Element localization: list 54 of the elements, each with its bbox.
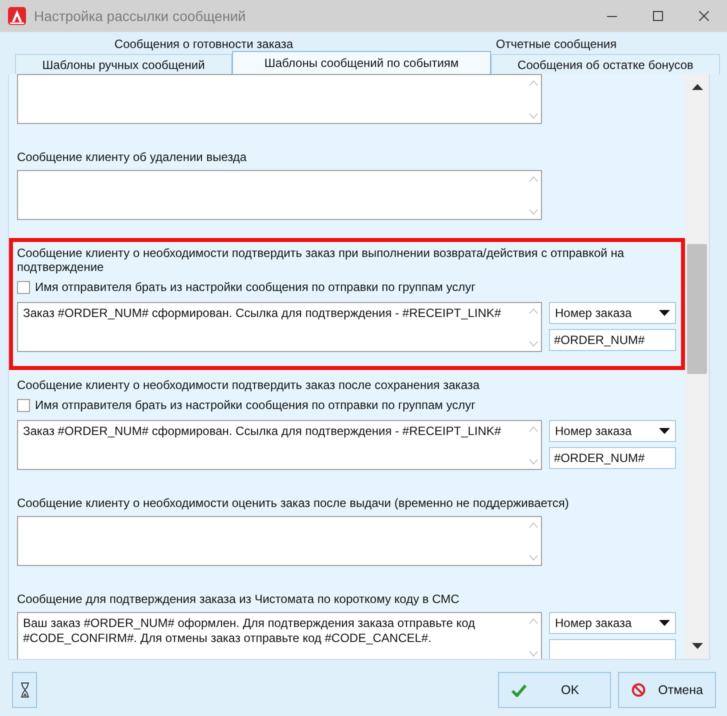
scroll-up-icon: [528, 176, 538, 182]
cancel-button[interactable]: Отмена: [618, 672, 716, 708]
app-logo-icon: [8, 7, 26, 25]
hourglass-button[interactable]: [12, 672, 37, 708]
scroll-down-icon: [528, 341, 538, 347]
scroll-down-icon: [692, 643, 702, 649]
scroll-up-icon: [528, 80, 538, 86]
message-field[interactable]: [17, 74, 542, 124]
tab[interactable]: Сообщения о готовности заказа: [15, 34, 392, 54]
scroll-up-icon: [528, 426, 538, 432]
variable-field[interactable]: #ORDER_NUM#: [549, 329, 676, 351]
message-field[interactable]: [17, 170, 542, 220]
variable-dropdown[interactable]: Номер заказа: [549, 302, 676, 324]
checkbox-label: Имя отправителя брать из настройки сообщения по отправки по группам услуг: [35, 398, 476, 412]
tab[interactable]: Шаблоны сообщений по событиям: [232, 51, 491, 74]
tab[interactable]: Отчетные сообщения: [392, 34, 720, 54]
maximize-icon: [653, 11, 663, 21]
section-label: Сообщение клиенту о необходимости подтвердить заказ при выполнении возврата/действия с отправкой на подтверждение: [17, 246, 625, 274]
variable-dropdown[interactable]: Номер заказа: [549, 612, 676, 634]
scroll-down-icon: [528, 459, 538, 465]
cancel-icon: [631, 682, 646, 698]
message-field[interactable]: Заказ #ORDER_NUM# сформирован. Ссылка для подтверждения - #RECEIPT_LINK#: [17, 302, 542, 352]
hourglass-icon: [20, 682, 30, 698]
tab[interactable]: Сообщения об остатке бонусов: [490, 54, 720, 74]
section-label: Сообщение для подтверждения заказа из Чистомата по короткому коду в СМС: [17, 592, 460, 606]
window-title: Настройка рассылки сообщений: [34, 8, 247, 24]
message-field[interactable]: Ваш заказ #ORDER_NUM# оформлен. Для подтверждения заказа отправьте код #CODE_CONFIRM#. Для отмены заказ отправьте код #CODE_CANCEL#.: [17, 612, 542, 659]
scroll-down-icon: [528, 113, 538, 119]
scroll-down-icon: [528, 555, 538, 561]
scroll-up-icon: [528, 618, 538, 624]
checkmark-icon: [511, 684, 527, 696]
scroll-up-icon: [528, 522, 538, 528]
section-label: Сообщение клиенту об удалении выезда: [17, 150, 248, 164]
scroll-up-icon: [692, 84, 702, 90]
caret-icon: [659, 620, 670, 626]
scroll-down-icon: [528, 651, 538, 657]
checkbox[interactable]: [17, 280, 30, 294]
caret-icon: [659, 428, 670, 434]
scroll-up-icon: [528, 308, 538, 314]
section-label: Сообщение клиенту о необходимости оценить заказ после выдачи (временно не поддерживается): [17, 496, 570, 510]
checkbox[interactable]: [17, 398, 30, 412]
variable-dropdown[interactable]: Номер заказа: [549, 420, 676, 442]
close-icon: [699, 11, 709, 21]
checkbox-label: Имя отправителя брать из настройки сообщения по отправки по группам услуг: [35, 280, 476, 294]
scrollbar-thumb[interactable]: [687, 244, 707, 374]
ok-button[interactable]: OK: [498, 672, 611, 708]
message-field[interactable]: Заказ #ORDER_NUM# сформирован. Ссылка для подтверждения - #RECEIPT_LINK#: [17, 420, 542, 470]
variable-field[interactable]: #ORDER_NUM#: [549, 447, 676, 469]
tab[interactable]: Шаблоны ручных сообщений: [15, 54, 232, 74]
variable-field[interactable]: [549, 639, 676, 659]
message-field[interactable]: [17, 516, 542, 566]
section-label: Сообщение клиенту о необходимости подтвердить заказ после сохранения заказа: [17, 378, 481, 392]
caret-icon: [659, 310, 670, 316]
scroll-down-icon: [528, 209, 538, 215]
